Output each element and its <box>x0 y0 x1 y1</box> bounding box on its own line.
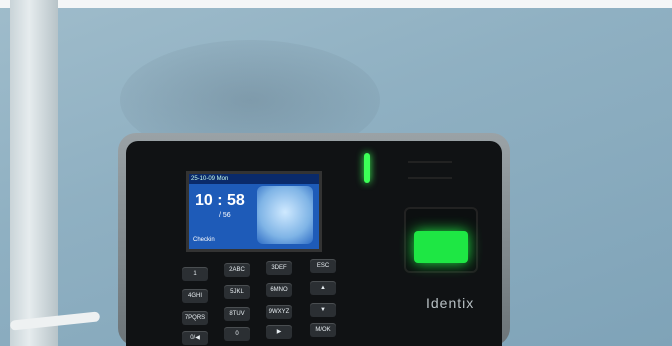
key-6[interactable]: 6MNO <box>266 283 292 297</box>
screen-status: Checkin <box>193 237 215 243</box>
key-down[interactable]: ▼ <box>310 303 336 317</box>
left-door-frame <box>10 0 58 346</box>
screen-subtime: / 56 <box>219 212 231 219</box>
key-right[interactable]: ▶ <box>266 325 292 339</box>
key-up[interactable]: ▲ <box>310 281 336 295</box>
key-2[interactable]: 2ABC <box>224 263 250 277</box>
lcd-screen: 25-10-09 Mon 10 : 58 / 56 Checkin <box>186 171 322 252</box>
screen-time: 10 : 58 <box>195 192 245 209</box>
sensor-glow <box>414 231 468 263</box>
device-bezel: 25-10-09 Mon 10 : 58 / 56 Checkin Identi… <box>126 141 502 346</box>
key-1[interactable]: 1 <box>182 267 208 281</box>
fingerprint-hand-icon <box>257 186 313 244</box>
key-5[interactable]: 5JKL <box>224 285 250 299</box>
key-esc[interactable]: ESC <box>310 259 336 273</box>
key-0[interactable]: 0 <box>224 327 250 341</box>
key-8[interactable]: 8TUV <box>224 307 250 321</box>
screen-header: 25-10-09 Mon <box>189 174 319 184</box>
key-3[interactable]: 3DEF <box>266 261 292 275</box>
key-ok[interactable]: M/OK <box>310 323 336 337</box>
speaker-grille <box>408 161 452 179</box>
fingerprint-sensor[interactable] <box>404 207 478 273</box>
key-9[interactable]: 9WXYZ <box>266 305 292 319</box>
key-left[interactable]: 0/◀ <box>182 331 208 345</box>
status-led <box>364 153 370 183</box>
brand-logo: Identix <box>426 295 475 311</box>
attendance-device: 25-10-09 Mon 10 : 58 / 56 Checkin Identi… <box>118 133 510 346</box>
key-7[interactable]: 7PQRS <box>182 311 208 325</box>
key-4[interactable]: 4GHI <box>182 289 208 303</box>
top-white-edge <box>0 0 672 8</box>
